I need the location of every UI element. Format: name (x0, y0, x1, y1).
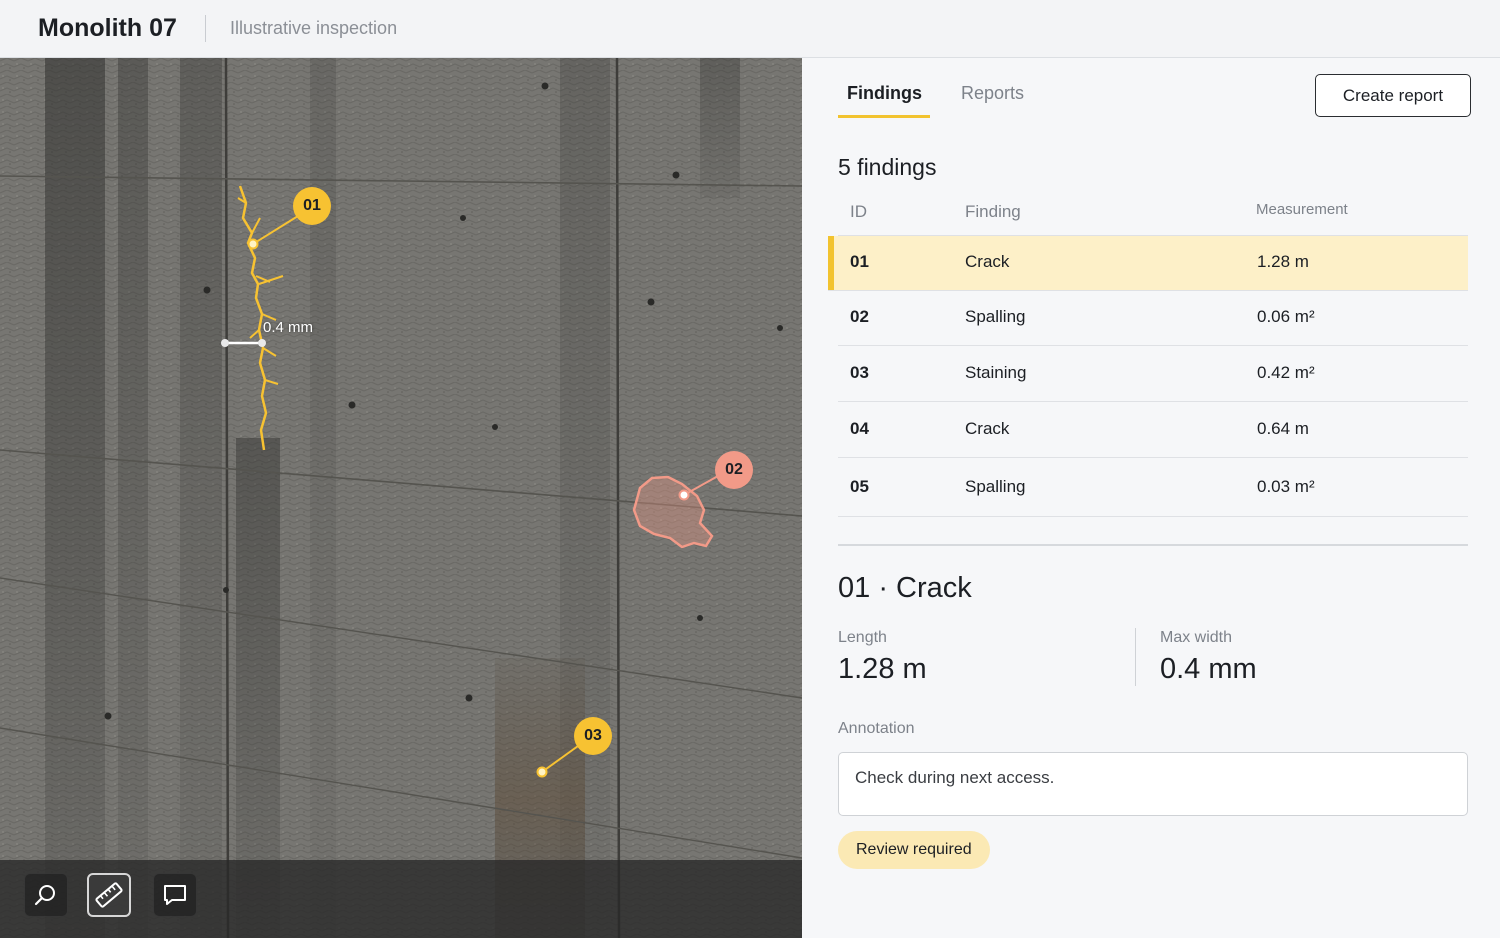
table-row[interactable]: 02 Spalling 0.06 m² (838, 291, 1468, 346)
active-tab-indicator (838, 115, 930, 118)
tab-findings[interactable]: Findings (847, 83, 922, 104)
status-badge: Review required (838, 831, 990, 869)
length-label: Length (838, 629, 887, 646)
inspection-image-viewer[interactable]: 01 02 03 0.4 mm (0, 58, 802, 938)
row-id: 05 (850, 477, 869, 496)
table-row[interactable]: 04 Crack 0.64 m (838, 403, 1468, 458)
max-width-label: Max width (1160, 629, 1233, 646)
row-finding: Staining (965, 363, 1027, 382)
top-bar: Monolith 07 Illustrative inspection (0, 0, 1500, 58)
row-id: 03 (850, 363, 869, 382)
viewer-toolbar (0, 860, 802, 938)
table-row[interactable]: 01 Crack 1.28 m (828, 236, 1468, 291)
row-finding: Spalling (965, 307, 1026, 326)
stat-divider (1135, 628, 1136, 686)
column-header-finding: Finding (965, 202, 1021, 221)
row-measurement: 0.06 m² (1257, 307, 1315, 326)
row-measurement: 0.64 m (1257, 419, 1309, 438)
row-id: 02 (850, 307, 869, 326)
table-row[interactable]: 05 Spalling 0.03 m² (838, 458, 1468, 517)
ruler-icon (95, 882, 123, 908)
row-measurement: 1.28 m (1257, 252, 1309, 271)
row-finding: Spalling (965, 477, 1026, 496)
page-subtitle: Illustrative inspection (230, 18, 398, 38)
title-divider (205, 15, 206, 42)
finding-detail-title: 01 · Crack (838, 572, 972, 604)
comment-icon (164, 885, 186, 905)
row-id: 04 (850, 419, 869, 438)
column-header-id: ID (850, 202, 867, 221)
length-value: 1.28 m (838, 653, 927, 685)
create-report-button[interactable]: Create report (1315, 74, 1471, 117)
crack-width-label: 0.4 mm (263, 319, 314, 336)
row-finding: Crack (965, 419, 1010, 438)
comment-tool-button[interactable] (153, 873, 197, 917)
row-measurement: 0.03 m² (1257, 477, 1315, 496)
row-measurement: 0.42 m² (1257, 363, 1315, 382)
finding-marker-02[interactable]: 02 (715, 451, 753, 489)
findings-count: 5 findings (838, 154, 937, 180)
row-finding: Crack (965, 252, 1010, 271)
table-row[interactable]: 03 Staining 0.42 m² (838, 347, 1468, 402)
section-divider (838, 544, 1468, 546)
zoom-tool-button[interactable] (24, 873, 68, 917)
row-id: 01 (850, 252, 869, 271)
search-icon (34, 885, 55, 906)
tab-reports[interactable]: Reports (961, 83, 1024, 104)
staining-overlay[interactable] (0, 58, 802, 938)
annotation-label: Annotation (838, 720, 915, 737)
annotation-field[interactable]: Check during next access. (838, 752, 1468, 816)
measure-tool-button[interactable] (87, 873, 131, 917)
max-width-value: 0.4 mm (1160, 653, 1257, 685)
page-title: Monolith 07 (38, 14, 177, 42)
findings-panel: Findings Reports Create report 5 finding… (802, 58, 1500, 938)
selected-row-accent (828, 236, 834, 290)
column-header-measurement: Measurement (1256, 201, 1348, 218)
finding-marker-03[interactable]: 03 (574, 717, 612, 755)
finding-marker-01[interactable]: 01 (293, 187, 331, 225)
